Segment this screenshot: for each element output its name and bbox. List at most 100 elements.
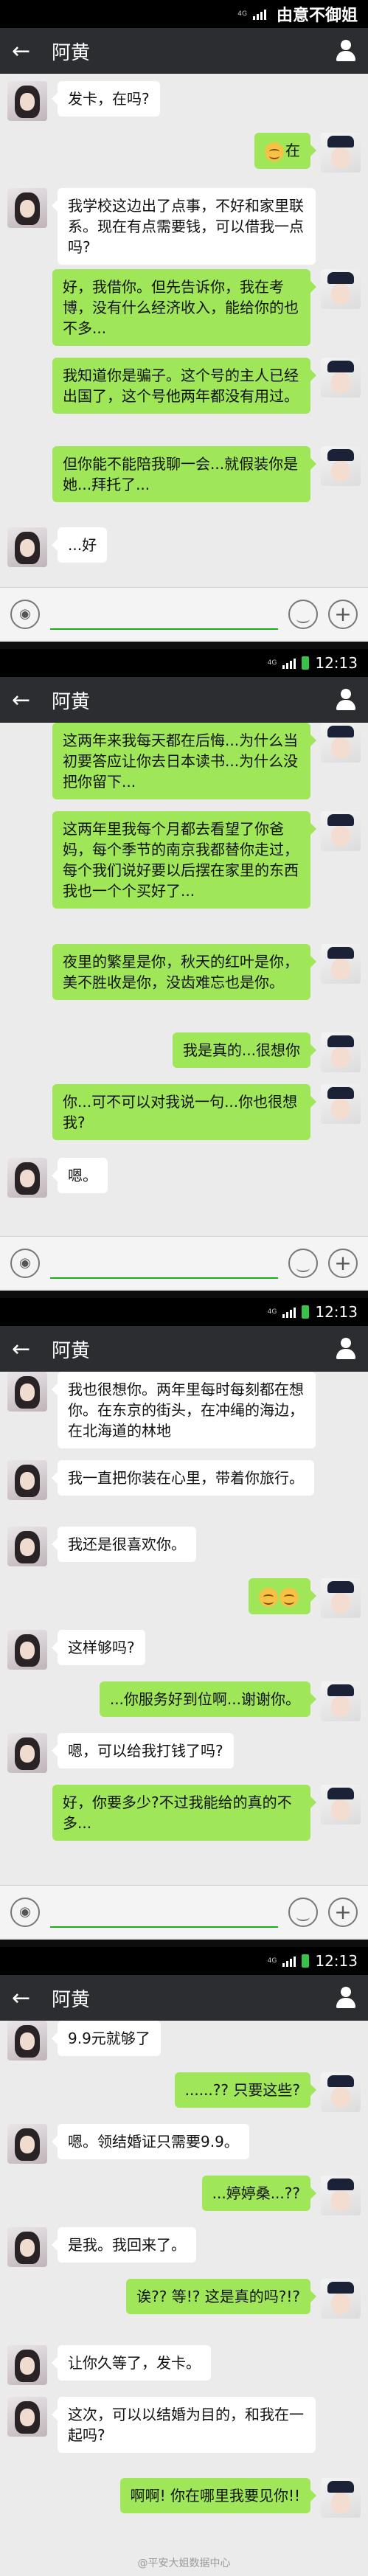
self-avatar[interactable] — [321, 1681, 361, 1721]
contact-avatar[interactable] — [7, 81, 47, 121]
message-bubble[interactable]: ...你服务好到位啊...谢谢你。 — [99, 1681, 317, 1717]
self-avatar[interactable] — [321, 723, 361, 763]
message-bubble[interactable]: 发卡，在吗? — [52, 81, 160, 117]
chat-title: 阿黄 — [52, 41, 91, 64]
message-bubble[interactable]: 我还是很喜欢你。 — [52, 1527, 196, 1562]
chat-panel-2: 4G 12:13 ← 阿黄 这两年来我每天都在后悔...为什么当初要答应让你去日… — [0, 649, 368, 1291]
self-avatar[interactable] — [321, 269, 361, 309]
message-bubble[interactable]: ......?? 只要这些? — [174, 2072, 317, 2108]
message-bubble[interactable]: 在 — [254, 133, 316, 169]
message-bubble[interactable]: 好，我借你。但先告诉你，我在考博，没有什么经济收入，能给你的也不多... — [52, 269, 316, 346]
self-avatar[interactable] — [321, 944, 361, 984]
contact-avatar[interactable] — [7, 1372, 47, 1412]
chat-header: ← 阿黄 — [0, 677, 368, 723]
self-avatar[interactable] — [321, 133, 361, 173]
more-options-icon[interactable]: + — [328, 1897, 358, 1927]
contact-avatar[interactable] — [7, 1460, 47, 1500]
message-bubble[interactable]: 夜里的繁星是你，秋天的红叶是你，美不胜收是你，没齿难忘也是你。 — [52, 944, 316, 1000]
more-options-icon[interactable]: + — [328, 1248, 358, 1278]
message-bubble[interactable]: 我学校这边出了点事，不好和家里联系。现在有点需要钱，可以借我一点吗? — [52, 188, 316, 265]
message-input[interactable] — [50, 1248, 278, 1279]
message-bubble[interactable]: 好，你要多少?不过我能给的真的不多... — [52, 1785, 316, 1841]
contact-avatar[interactable] — [7, 2227, 47, 2267]
back-arrow-icon[interactable]: ← — [12, 1985, 37, 2011]
network-indicator: 4G — [267, 1957, 277, 1965]
signal-icon — [282, 1306, 296, 1318]
message-text: 在 — [285, 142, 300, 159]
message-row — [0, 1578, 368, 1618]
contact-info-icon[interactable] — [336, 40, 356, 62]
self-avatar[interactable] — [321, 2176, 361, 2215]
message-row: 嗯。领结婚证只需要9.9。 — [0, 2124, 368, 2164]
smile-emoji-icon — [265, 142, 284, 162]
message-row: 我学校这边出了点事，不好和家里联系。现在有点需要钱，可以借我一点吗? — [0, 188, 368, 265]
contact-info-icon[interactable] — [336, 1338, 356, 1360]
back-arrow-icon[interactable]: ← — [12, 1336, 37, 1362]
message-bubble[interactable]: 我是真的...很想你 — [172, 1032, 317, 1068]
emoji-picker-icon[interactable] — [288, 1897, 318, 1927]
self-avatar[interactable] — [321, 358, 361, 397]
self-avatar[interactable] — [321, 446, 361, 486]
voice-input-icon[interactable]: ◉ — [10, 1248, 40, 1278]
input-bar: ◉ + — [0, 1236, 368, 1289]
message-row: 嗯。 — [0, 1158, 368, 1198]
status-bar: 4G 由意不御姐 — [0, 0, 368, 28]
message-input[interactable] — [50, 1897, 278, 1928]
contact-avatar[interactable] — [7, 2021, 47, 2061]
contact-avatar[interactable] — [7, 1158, 47, 1198]
self-avatar[interactable] — [321, 811, 361, 851]
more-options-icon[interactable]: + — [328, 599, 358, 629]
contact-avatar[interactable] — [7, 2397, 47, 2437]
message-bubble[interactable]: 我一直把你装在心里，带着你旅行。 — [52, 1460, 314, 1496]
message-bubble[interactable]: 嗯。领结婚证只需要9.9。 — [52, 2124, 249, 2159]
contact-avatar[interactable] — [7, 2124, 47, 2164]
self-avatar[interactable] — [321, 1032, 361, 1072]
chat-header: ← 阿黄 — [0, 28, 368, 74]
message-bubble[interactable]: ...婷婷桑...?? — [201, 2176, 317, 2211]
message-input[interactable] — [50, 599, 278, 630]
back-arrow-icon[interactable]: ← — [12, 38, 37, 64]
emoji-picker-icon[interactable] — [288, 1248, 318, 1278]
contact-avatar[interactable] — [7, 2345, 47, 2385]
contact-avatar[interactable] — [7, 1630, 47, 1670]
contact-avatar[interactable] — [7, 1527, 47, 1566]
message-row: 诶?? 等!? 这是真的吗?!? — [0, 2279, 368, 2319]
smile-emoji-icon — [259, 1587, 278, 1607]
message-bubble[interactable]: 你...可不可以对我说一句...你也很想我? — [52, 1084, 316, 1140]
self-avatar[interactable] — [321, 1084, 361, 1124]
contact-info-icon[interactable] — [336, 689, 356, 711]
battery-icon — [302, 1954, 310, 1968]
message-bubble[interactable]: 让你久等了，发卡。 — [52, 2345, 211, 2381]
network-indicator: 4G — [267, 659, 277, 667]
message-bubble[interactable]: 我知道你是骗子。这个号的主人已经出国了，这个号他两年都没有用过。 — [52, 358, 316, 414]
back-arrow-icon[interactable]: ← — [12, 687, 37, 713]
message-bubble[interactable]: 我也很想你。两年里每时每刻都在想你。在东京的街头，在冲绳的海边，在北海道的林地 — [52, 1372, 316, 1448]
self-avatar[interactable] — [321, 1785, 361, 1825]
battery-icon — [302, 656, 310, 670]
voice-input-icon[interactable]: ◉ — [10, 599, 40, 629]
message-bubble[interactable]: 这次，可以以结婚为目的，和我在一起吗? — [52, 2397, 316, 2453]
message-bubble[interactable]: 嗯。 — [52, 1158, 108, 1193]
message-bubble[interactable]: 诶?? 等!? 这是真的吗?!? — [126, 2279, 316, 2314]
contact-avatar[interactable] — [7, 527, 47, 567]
self-avatar[interactable] — [321, 2478, 361, 2518]
contact-avatar[interactable] — [7, 188, 47, 228]
message-bubble[interactable]: 这两年里我每个月都去看望了你爸妈，每个季节的南京我都替你走过，每个我们说好要以后… — [52, 811, 316, 909]
message-bubble[interactable]: ...好 — [51, 527, 108, 563]
message-bubble[interactable]: 是我。我回来了。 — [52, 2227, 196, 2263]
message-bubble[interactable]: 嗯，可以给我打钱了吗? — [52, 1733, 234, 1768]
message-bubble[interactable]: 啊啊! 你在哪里我要见你!! — [119, 2478, 317, 2513]
contact-info-icon[interactable] — [336, 1987, 356, 2009]
voice-input-icon[interactable]: ◉ — [10, 1897, 40, 1927]
emoji-picker-icon[interactable] — [288, 599, 318, 629]
message-bubble[interactable]: 但你能不能陪我聊一会...就假装你是她...拜托了... — [52, 446, 316, 502]
smile-emoji-icon — [280, 1587, 299, 1607]
contact-avatar[interactable] — [7, 1733, 47, 1773]
self-avatar[interactable] — [321, 2072, 361, 2112]
message-bubble[interactable] — [249, 1578, 316, 1614]
message-bubble[interactable]: 9.9元就够了 — [52, 2021, 161, 2056]
self-avatar[interactable] — [321, 2279, 361, 2319]
message-bubble[interactable]: 这样够吗? — [52, 1630, 145, 1665]
self-avatar[interactable] — [321, 1578, 361, 1618]
message-bubble[interactable]: 这两年来我每天都在后悔...为什么当初要答应让你去日本读书...为什么没把你留下… — [52, 723, 316, 799]
